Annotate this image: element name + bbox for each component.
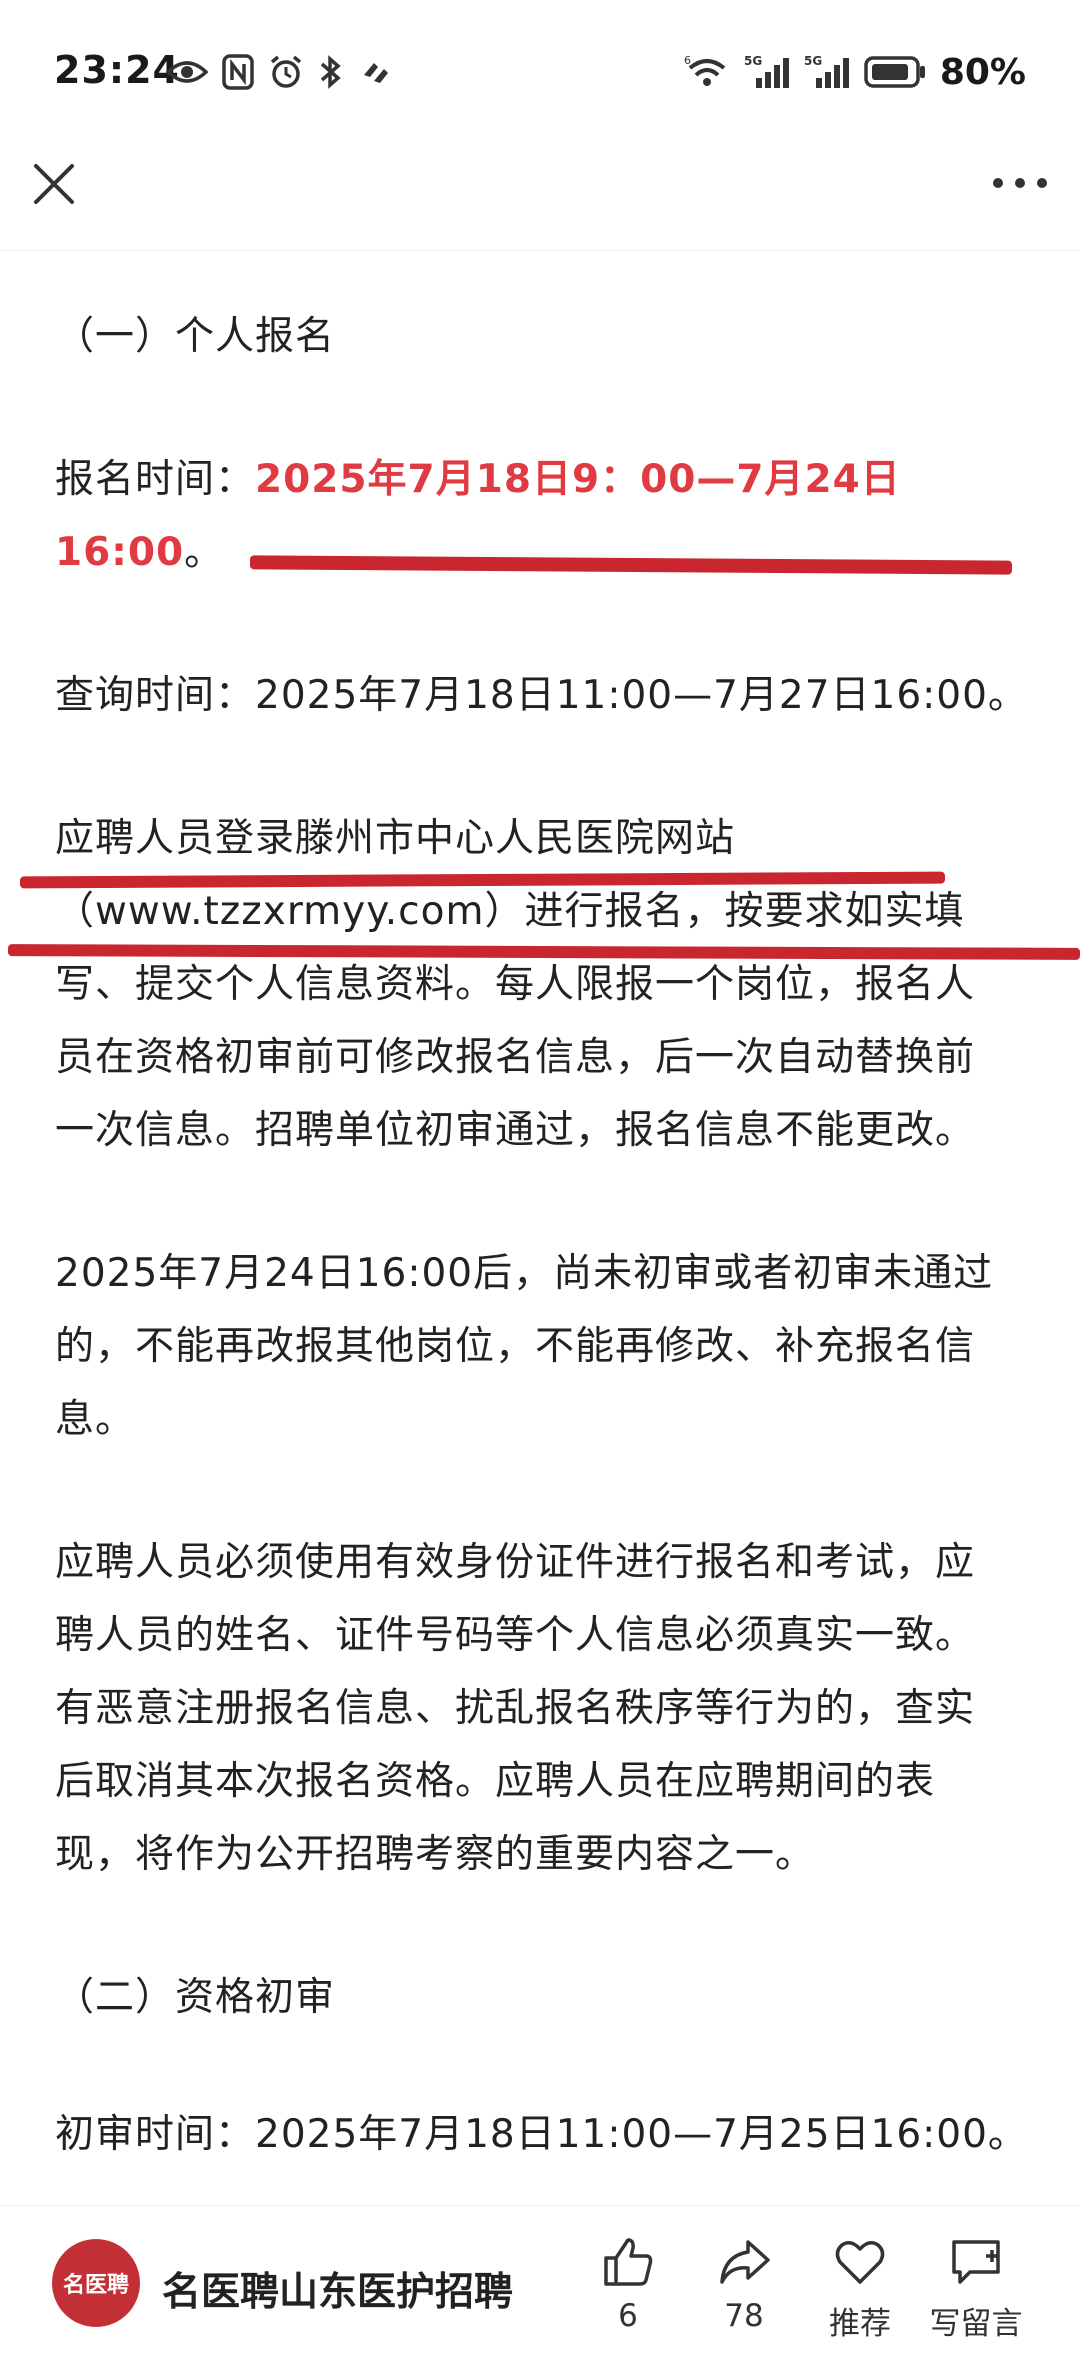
close-icon[interactable] [30,160,78,208]
nfc-icon [222,54,254,90]
account-avatar[interactable]: 名医聘 [52,2239,140,2327]
paragraph-line: 应聘人员登录滕州市中心人民医院网站 [55,816,736,861]
eye-icon [166,61,208,83]
paragraph-line: 2025年7月24日16:00后，尚未初审或者初审未通过 [55,1251,994,1296]
comment-label: 写留言 [929,2306,1023,2342]
paragraph-line: 聘人员的姓名、证件号码等个人信息必须真实一致。 [55,1613,976,1658]
section-heading: （二）资格初审 [55,1975,336,2020]
paragraph-identity: 应聘人员必须使用有效身份证件进行报名和考试，应 聘人员的姓名、证件号码等个人信息… [55,1526,1030,1891]
recommend-button[interactable]: 推荐 [800,2234,920,2343]
paragraph-line: 有恶意注册报名信息、扰乱报名秩序等行为的，查实 [55,1686,976,1731]
svg-text:5G: 5G [804,54,822,68]
paragraph-deadline: 2025年7月24日16:00后，尚未初审或者初审未通过 的，不能再改报其他岗位… [55,1237,1030,1456]
section-heading: （一）个人报名 [55,314,336,359]
alarm-icon [270,55,302,88]
registration-time-cont: 16:00。 [55,516,1030,589]
article-body: （一）个人报名 报名时间：2025年7月18日9：00—7月24日 16:00。… [55,300,1030,2171]
signal-icon: 5G [744,54,789,88]
share-icon [720,2240,770,2284]
status-bar: 23:24 6 5G 5G 80% [0,0,1080,140]
heart-icon [835,2241,885,2284]
paragraph-line: 息。 [55,1397,136,1442]
page: 23:24 6 5G 5G 80% （一）个人报名 报名时间：2025年7月18… [0,0,1080,2363]
status-icons-right: 6 5G 5G 80% [684,50,1026,94]
paragraph-line: 的，不能再改报其他岗位，不能再修改、补充报名信 [55,1324,976,1369]
nav-bar [0,140,1080,251]
paragraph-registration: 应聘人员登录滕州市中心人民医院网站 （www.tzzxrmyy.com）进行报名… [55,802,1030,1167]
paragraph-line: 后取消其本次报名资格。应聘人员在应聘期间的表 [55,1759,936,1804]
like-count: 6 [618,2298,638,2334]
query-time: 查询时间：2025年7月18日11:00—7月27日16:00。 [55,673,1028,718]
paragraph-line: 现，将作为公开招聘考察的重要内容之一。 [55,1832,816,1877]
wifi-icon: 6 [684,54,726,86]
status-time: 23:24 [54,48,180,92]
hotspot-icon [364,63,388,83]
like-button[interactable]: 6 [568,2234,688,2334]
paragraph-line: 员在资格初审前可修改报名信息，后一次自动替换前 [55,1035,976,1080]
share-button[interactable]: 78 [684,2234,804,2334]
registration-time-label: 报名时间： [55,457,256,502]
battery-icon [864,56,925,88]
bottom-bar: 名医聘 名医聘山东医护招聘 6 78 推荐 写留言 [0,2205,1080,2363]
signal-icon: 5G [804,54,849,88]
registration-time: 报名时间：2025年7月18日9：00—7月24日 [55,443,1030,516]
svg-text:5G: 5G [744,54,762,68]
comment-icon [952,2240,1000,2284]
registration-time-value-end: 16:00 [55,530,185,575]
thumbs-up-icon [604,2238,653,2286]
recommend-label: 推荐 [829,2306,891,2342]
registration-time-period: 。 [184,530,225,575]
paragraph-line: 一次信息。招聘单位初审通过，报名信息不能更改。 [55,1108,976,1153]
status-icons-left [166,50,392,94]
paragraph-line: 应聘人员必须使用有效身份证件进行报名和考试，应 [55,1540,976,1585]
bluetooth-icon [320,55,341,89]
more-icon[interactable] [990,168,1050,198]
battery-percentage: 80% [939,51,1026,93]
svg-text:6: 6 [684,54,691,67]
share-count: 78 [724,2298,764,2334]
review-time: 初审时间：2025年7月18日11:00—7月25日16:00。 [55,2112,1028,2157]
registration-time-value: 2025年7月18日9：00—7月24日 [255,457,901,502]
comment-button[interactable]: 写留言 [916,2234,1036,2343]
account-name[interactable]: 名医聘山东医护招聘 [162,2261,513,2317]
